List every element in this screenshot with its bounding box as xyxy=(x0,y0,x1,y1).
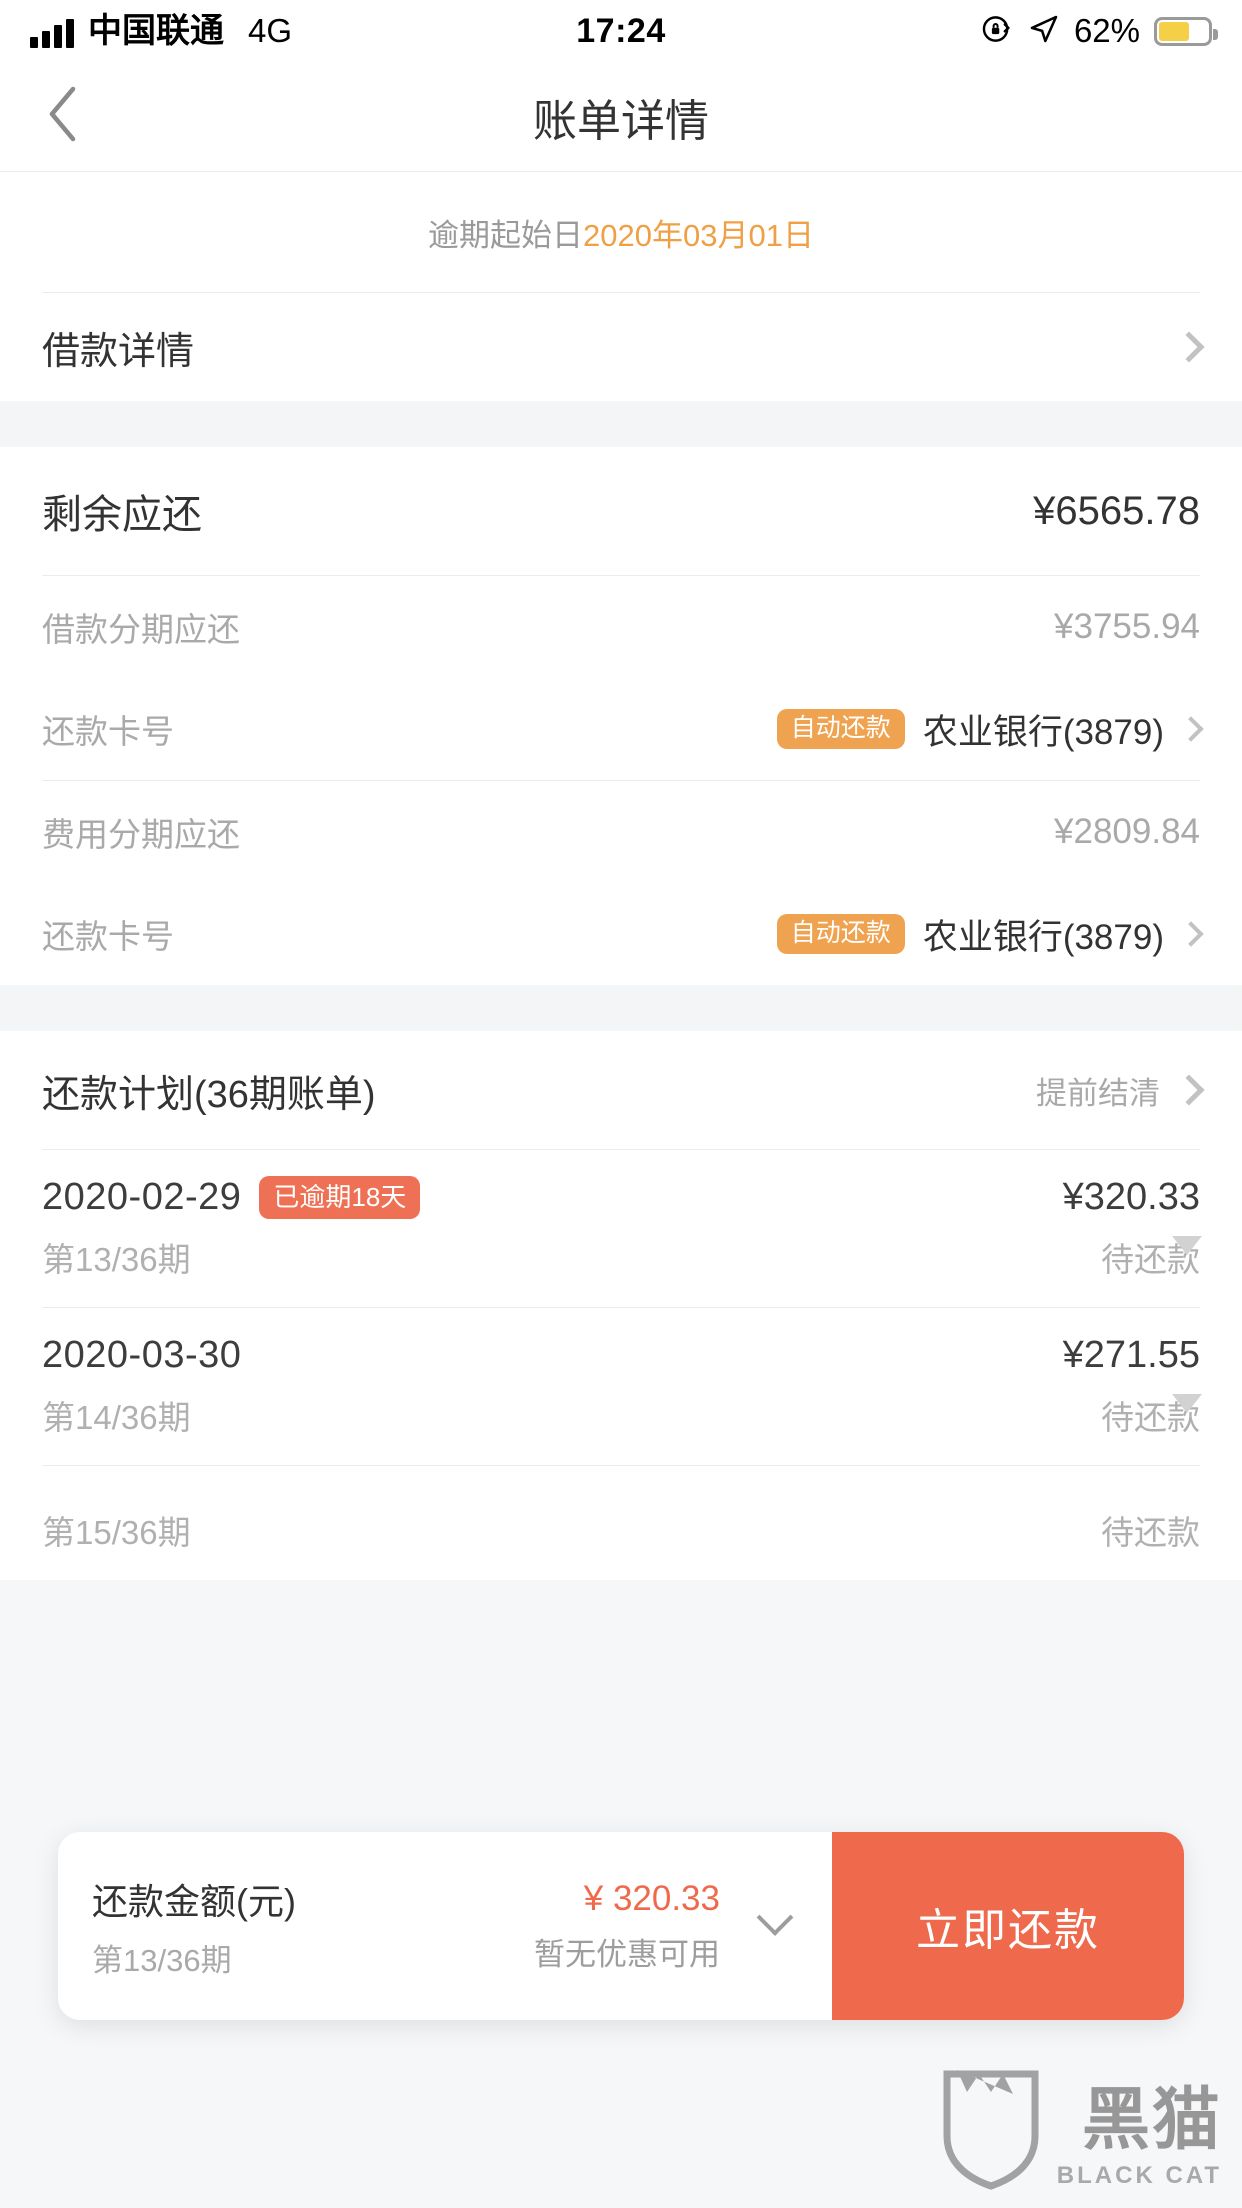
plan-item-bottom: 第14/36期 待还款 xyxy=(42,1391,1200,1439)
loan-repay-bank: 农业银行(3879) xyxy=(922,712,1164,752)
cat-shield-icon xyxy=(939,2064,1043,2190)
loan-detail-row[interactable]: 借款详情 xyxy=(0,293,1242,401)
watermark-en: BLACK CAT xyxy=(1056,2162,1222,2189)
repay-amount-labels: 还款金额(元) 第13/36期 xyxy=(92,1873,296,1980)
early-settle-label: 提前结清 xyxy=(1036,1075,1160,1111)
fee-repay-bank: 农业银行(3879) xyxy=(922,917,1164,957)
battery-icon xyxy=(1154,16,1218,46)
plan-item-term: 第15/36期 xyxy=(42,1514,191,1551)
plan-item-term: 第13/36期 xyxy=(42,1241,191,1278)
repay-price-block: ¥ 320.33 暂无优惠可用 xyxy=(534,1879,720,1974)
nav-bar: 账单详情 xyxy=(0,62,1242,172)
loan-installment-due-row: 借款分期应还 ¥3755.94 xyxy=(0,576,1242,678)
repay-now-button[interactable]: 立即还款 xyxy=(832,1832,1184,2020)
fee-repay-card-right: 自动还款 农业银行(3879) xyxy=(776,909,1204,960)
caret-down-icon[interactable] xyxy=(1172,1236,1202,1255)
overdue-start-label: 逾期起始日 xyxy=(428,217,584,253)
plan-item-top: 2020-03-30 ¥271.55 xyxy=(42,1334,1200,1377)
loan-installment-due-value: ¥3755.94 xyxy=(1054,607,1200,646)
loan-detail-card: 借款详情 xyxy=(0,292,1242,401)
overdue-start-date: 2020年03月01日 xyxy=(583,217,814,253)
watermark-cn: 黑猫 xyxy=(1081,2082,1222,2158)
repayment-plan-header: 还款计划(36期账单) 提前结清 xyxy=(0,1031,1242,1149)
repay-action-bar: 还款金额(元) 第13/36期 ¥ 320.33 暂无优惠可用 立即还款 xyxy=(58,1832,1184,2020)
remaining-due-label: 剩余应还 xyxy=(42,493,202,537)
auto-repay-badge: 自动还款 xyxy=(776,709,905,749)
overdue-start-banner: 逾期起始日 2020年03月01日 xyxy=(0,172,1242,292)
fee-repay-card-label: 还款卡号 xyxy=(42,918,174,955)
fee-installment-due-value: ¥2809.84 xyxy=(1054,812,1200,851)
list-item[interactable]: 2020-02-29 已逾期18天 ¥320.33 第13/36期 待还款 xyxy=(0,1150,1242,1307)
auto-repay-badge: 自动还款 xyxy=(776,914,905,954)
plan-item-amount: ¥320.33 xyxy=(1062,1176,1200,1218)
plan-item-left: 2020-03-30 xyxy=(42,1334,241,1377)
repay-amount-term: 第13/36期 xyxy=(92,1942,232,1978)
remaining-due-value: ¥6565.78 xyxy=(1033,488,1200,533)
repay-amount-area[interactable]: 还款金额(元) 第13/36期 ¥ 320.33 暂无优惠可用 xyxy=(58,1832,832,2020)
chevron-left-icon xyxy=(40,83,86,150)
phone-screen: 中国联通 4G 17:24 62% 账单详情 逾期起始日 2020年03月01日… xyxy=(0,0,1242,2208)
status-bar-clock: 17:24 xyxy=(576,11,666,50)
section-gap xyxy=(0,401,1242,447)
page-title: 账单详情 xyxy=(533,96,709,146)
fee-installment-due-row: 费用分期应还 ¥2809.84 xyxy=(0,781,1242,883)
plan-item-top: 2020-02-29 已逾期18天 ¥320.33 xyxy=(42,1176,1200,1219)
chevron-right-icon xyxy=(1178,921,1204,947)
plan-item-amount: ¥271.55 xyxy=(1062,1334,1200,1376)
plan-item-bottom: 第15/36期 待还款 xyxy=(42,1506,1200,1554)
watermark: 黑猫 BLACK CAT xyxy=(939,2064,1222,2190)
loan-repay-card-label: 还款卡号 xyxy=(42,713,174,750)
repay-promo-note: 暂无优惠可用 xyxy=(534,1936,720,1972)
loan-repay-card-row[interactable]: 还款卡号 自动还款 农业银行(3879) xyxy=(0,678,1242,780)
chevron-right-icon xyxy=(1178,716,1204,742)
section-gap xyxy=(0,985,1242,1031)
watermark-text: 黑猫 BLACK CAT xyxy=(1057,2086,1222,2190)
fee-installment-due-label: 费用分期应还 xyxy=(42,816,240,853)
chevron-right-icon xyxy=(1173,1074,1205,1106)
plan-item-bottom: 第13/36期 待还款 xyxy=(42,1233,1200,1281)
plan-item-left: 2020-02-29 已逾期18天 xyxy=(42,1176,421,1219)
loan-repay-card-right: 自动还款 农业银行(3879) xyxy=(776,704,1204,755)
caret-down-icon[interactable] xyxy=(1172,1394,1202,1413)
repay-price: ¥ 320.33 xyxy=(583,1878,720,1918)
plan-item-term: 第14/36期 xyxy=(42,1399,191,1436)
fee-repay-card-row[interactable]: 还款卡号 自动还款 农业银行(3879) xyxy=(0,883,1242,985)
list-item[interactable]: 2020-03-30 ¥271.55 第14/36期 待还款 xyxy=(0,1308,1242,1465)
repayment-plan-title: 还款计划(36期账单) xyxy=(42,1073,376,1116)
overdue-badge: 已逾期18天 xyxy=(259,1176,421,1219)
plan-item-date: 2020-02-29 xyxy=(42,1176,242,1218)
back-button[interactable] xyxy=(28,82,98,152)
plan-item-status: 待还款 xyxy=(1101,1514,1200,1551)
remaining-due-row: 剩余应还 ¥6565.78 xyxy=(0,447,1242,575)
loan-detail-label: 借款详情 xyxy=(42,330,195,373)
list-item[interactable]: 第15/36期 待还款 xyxy=(0,1466,1242,1580)
status-bar: 中国联通 4G 17:24 62% xyxy=(0,0,1242,62)
repay-amount-title: 还款金额(元) xyxy=(92,1880,296,1922)
plan-item-date: 2020-03-30 xyxy=(42,1334,242,1376)
chevron-down-icon[interactable] xyxy=(756,1899,794,1936)
loan-installment-due-label: 借款分期应还 xyxy=(42,611,240,648)
repayment-plan-card: 还款计划(36期账单) 提前结清 2020-02-29 已逾期18天 ¥320.… xyxy=(0,1031,1242,1580)
early-settle-action[interactable]: 提前结清 xyxy=(1036,1068,1205,1113)
chevron-right-icon xyxy=(1173,331,1205,363)
summary-card: 剩余应还 ¥6565.78 借款分期应还 ¥3755.94 还款卡号 自动还款 … xyxy=(0,447,1242,985)
